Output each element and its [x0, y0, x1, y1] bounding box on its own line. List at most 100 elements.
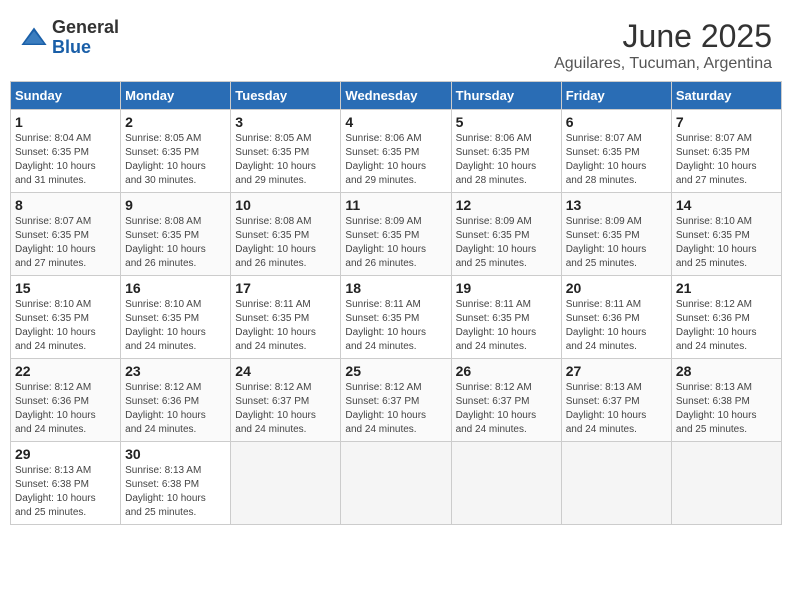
day-number: 4 [345, 114, 446, 130]
header: General Blue June 2025 Aguilares, Tucuma… [10, 10, 782, 77]
weekday-header-tuesday: Tuesday [231, 82, 341, 110]
day-number: 10 [235, 197, 336, 213]
calendar-cell: 29 Sunrise: 8:13 AM Sunset: 6:38 PM Dayli… [11, 442, 121, 525]
day-number: 30 [125, 446, 226, 462]
day-number: 21 [676, 280, 777, 296]
weekday-header-saturday: Saturday [671, 82, 781, 110]
day-number: 15 [15, 280, 116, 296]
calendar-cell: 2 Sunrise: 8:05 AM Sunset: 6:35 PM Daylig… [121, 110, 231, 193]
day-number: 27 [566, 363, 667, 379]
calendar-cell: 17 Sunrise: 8:11 AM Sunset: 6:35 PM Dayli… [231, 276, 341, 359]
calendar-cell: 25 Sunrise: 8:12 AM Sunset: 6:37 PM Dayli… [341, 359, 451, 442]
calendar-cell: 4 Sunrise: 8:06 AM Sunset: 6:35 PM Daylig… [341, 110, 451, 193]
logo: General Blue [20, 18, 119, 58]
calendar-cell: 30 Sunrise: 8:13 AM Sunset: 6:38 PM Dayli… [121, 442, 231, 525]
title-area: June 2025 Aguilares, Tucuman, Argentina [554, 18, 772, 73]
calendar-cell: 19 Sunrise: 8:11 AM Sunset: 6:35 PM Dayli… [451, 276, 561, 359]
day-number: 12 [456, 197, 557, 213]
day-number: 28 [676, 363, 777, 379]
calendar-cell: 20Sunrise: 8:11 AM Sunset: 6:36 PM Dayli… [561, 276, 671, 359]
calendar-cell: 15Sunrise: 8:10 AM Sunset: 6:35 PM Dayli… [11, 276, 121, 359]
day-number: 14 [676, 197, 777, 213]
calendar-cell: 13 Sunrise: 8:09 AM Sunset: 6:35 PM Dayli… [561, 193, 671, 276]
weekday-header-sunday: Sunday [11, 82, 121, 110]
calendar-cell: 28 Sunrise: 8:13 AM Sunset: 6:38 PM Dayli… [671, 359, 781, 442]
logo-blue-text: Blue [52, 38, 119, 58]
day-number: 23 [125, 363, 226, 379]
weekday-header-thursday: Thursday [451, 82, 561, 110]
day-info: Sunrise: 8:11 AM Sunset: 6:36 PM Dayligh… [566, 298, 667, 354]
day-info: Sunrise: 8:09 AM Sunset: 6:35 PM Dayligh… [566, 215, 667, 271]
calendar-cell: 10 Sunrise: 8:08 AM Sunset: 6:35 PM Dayli… [231, 193, 341, 276]
day-number: 13 [566, 197, 667, 213]
calendar-cell: 3Sunrise: 8:05 AM Sunset: 6:35 PM Daylig… [231, 110, 341, 193]
day-info: Sunrise: 8:06 AM Sunset: 6:35 PM Dayligh… [456, 132, 557, 188]
day-info: Sunrise: 8:07 AM Sunset: 6:35 PM Dayligh… [566, 132, 667, 188]
calendar-cell: 7Sunrise: 8:07 AM Sunset: 6:35 PM Daylig… [671, 110, 781, 193]
day-info: Sunrise: 8:13 AM Sunset: 6:38 PM Dayligh… [676, 381, 777, 437]
day-info: Sunrise: 8:11 AM Sunset: 6:35 PM Dayligh… [345, 298, 446, 354]
calendar-cell: 18 Sunrise: 8:11 AM Sunset: 6:35 PM Dayli… [341, 276, 451, 359]
calendar-cell: 23 Sunrise: 8:12 AM Sunset: 6:36 PM Dayli… [121, 359, 231, 442]
day-info: Sunrise: 8:12 AM Sunset: 6:37 PM Dayligh… [345, 381, 446, 437]
day-info: Sunrise: 8:07 AM Sunset: 6:35 PM Dayligh… [15, 215, 116, 271]
day-info: Sunrise: 8:04 AM Sunset: 6:35 PM Dayligh… [15, 132, 116, 188]
weekday-header-wednesday: Wednesday [341, 82, 451, 110]
calendar-cell: 22Sunrise: 8:12 AM Sunset: 6:36 PM Dayli… [11, 359, 121, 442]
day-info: Sunrise: 8:10 AM Sunset: 6:35 PM Dayligh… [125, 298, 226, 354]
day-info: Sunrise: 8:09 AM Sunset: 6:35 PM Dayligh… [345, 215, 446, 271]
month-title: June 2025 [554, 18, 772, 55]
day-number: 17 [235, 280, 336, 296]
day-number: 9 [125, 197, 226, 213]
weekday-header-monday: Monday [121, 82, 231, 110]
calendar-cell: 14Sunrise: 8:10 AM Sunset: 6:35 PM Dayli… [671, 193, 781, 276]
day-number: 25 [345, 363, 446, 379]
calendar-cell: 5 Sunrise: 8:06 AM Sunset: 6:35 PM Daylig… [451, 110, 561, 193]
day-info: Sunrise: 8:11 AM Sunset: 6:35 PM Dayligh… [235, 298, 336, 354]
day-number: 24 [235, 363, 336, 379]
calendar-table: SundayMondayTuesdayWednesdayThursdayFrid… [10, 81, 782, 525]
day-info: Sunrise: 8:13 AM Sunset: 6:37 PM Dayligh… [566, 381, 667, 437]
day-number: 2 [125, 114, 226, 130]
weekday-header-friday: Friday [561, 82, 671, 110]
location-title: Aguilares, Tucuman, Argentina [554, 55, 772, 73]
day-info: Sunrise: 8:08 AM Sunset: 6:35 PM Dayligh… [125, 215, 226, 271]
calendar-cell: 8 Sunrise: 8:07 AM Sunset: 6:35 PM Daylig… [11, 193, 121, 276]
day-number: 6 [566, 114, 667, 130]
day-number: 5 [456, 114, 557, 130]
generalblue-logo-icon [20, 24, 48, 52]
calendar-cell: 21 Sunrise: 8:12 AM Sunset: 6:36 PM Dayli… [671, 276, 781, 359]
calendar-cell: 6 Sunrise: 8:07 AM Sunset: 6:35 PM Daylig… [561, 110, 671, 193]
calendar-cell [451, 442, 561, 525]
day-number: 18 [345, 280, 446, 296]
day-info: Sunrise: 8:09 AM Sunset: 6:35 PM Dayligh… [456, 215, 557, 271]
day-number: 29 [15, 446, 116, 462]
calendar-cell: 12 Sunrise: 8:09 AM Sunset: 6:35 PM Dayli… [451, 193, 561, 276]
day-info: Sunrise: 8:05 AM Sunset: 6:35 PM Dayligh… [125, 132, 226, 188]
day-info: Sunrise: 8:12 AM Sunset: 6:36 PM Dayligh… [15, 381, 116, 437]
day-info: Sunrise: 8:11 AM Sunset: 6:35 PM Dayligh… [456, 298, 557, 354]
day-info: Sunrise: 8:13 AM Sunset: 6:38 PM Dayligh… [15, 464, 116, 520]
calendar-cell: 27 Sunrise: 8:13 AM Sunset: 6:37 PM Dayli… [561, 359, 671, 442]
calendar-cell: 11 Sunrise: 8:09 AM Sunset: 6:35 PM Dayli… [341, 193, 451, 276]
day-info: Sunrise: 8:12 AM Sunset: 6:37 PM Dayligh… [235, 381, 336, 437]
day-info: Sunrise: 8:07 AM Sunset: 6:35 PM Dayligh… [676, 132, 777, 188]
day-info: Sunrise: 8:13 AM Sunset: 6:38 PM Dayligh… [125, 464, 226, 520]
day-number: 8 [15, 197, 116, 213]
day-info: Sunrise: 8:12 AM Sunset: 6:36 PM Dayligh… [676, 298, 777, 354]
day-number: 16 [125, 280, 226, 296]
day-number: 11 [345, 197, 446, 213]
calendar-cell [231, 442, 341, 525]
day-number: 26 [456, 363, 557, 379]
day-info: Sunrise: 8:12 AM Sunset: 6:36 PM Dayligh… [125, 381, 226, 437]
calendar-cell: 1Sunrise: 8:04 AM Sunset: 6:35 PM Daylig… [11, 110, 121, 193]
day-number: 19 [456, 280, 557, 296]
calendar-cell [341, 442, 451, 525]
day-info: Sunrise: 8:06 AM Sunset: 6:35 PM Dayligh… [345, 132, 446, 188]
day-info: Sunrise: 8:12 AM Sunset: 6:37 PM Dayligh… [456, 381, 557, 437]
calendar-cell: 9 Sunrise: 8:08 AM Sunset: 6:35 PM Daylig… [121, 193, 231, 276]
calendar-cell: 26 Sunrise: 8:12 AM Sunset: 6:37 PM Dayli… [451, 359, 561, 442]
day-number: 3 [235, 114, 336, 130]
day-info: Sunrise: 8:08 AM Sunset: 6:35 PM Dayligh… [235, 215, 336, 271]
calendar-cell: 24 Sunrise: 8:12 AM Sunset: 6:37 PM Dayli… [231, 359, 341, 442]
